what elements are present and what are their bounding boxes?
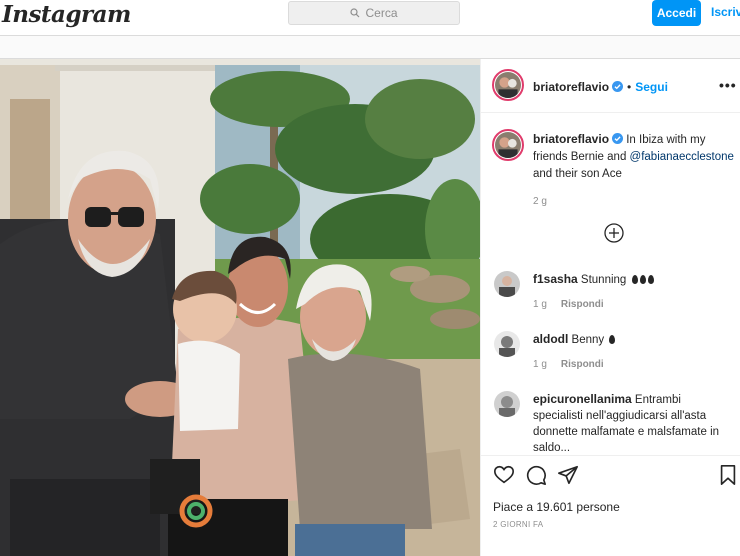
load-more-comments-icon[interactable] [604, 223, 624, 243]
comment-icon[interactable] [525, 464, 547, 486]
comment-username[interactable]: f1sasha [533, 272, 578, 286]
post-card: briatoreflavio • Segui ••• briatoreflavio … [0, 58, 740, 556]
post-sidebar: briatoreflavio • Segui ••• briatoreflavio … [480, 59, 740, 556]
post-actions: Piace a 19.601 persone 2 GIORNI FA [481, 455, 740, 556]
author-avatar[interactable] [492, 69, 524, 101]
signup-link[interactable]: Iscriviti [711, 5, 740, 19]
comment-body: epicuronellanima Entrambi specialisti ne… [533, 391, 733, 456]
search-placeholder: Cerca [365, 6, 398, 20]
verified-badge-icon [612, 133, 624, 144]
heart-icon[interactable] [493, 464, 515, 486]
reply-button[interactable]: Rispondi [561, 299, 604, 310]
post-photo-image [0, 59, 480, 556]
comment-age: 1 g [533, 359, 547, 370]
comment-body: f1sasha Stunning [533, 271, 733, 288]
reply-button[interactable]: Rispondi [561, 359, 604, 370]
comment-username[interactable]: epicuronellanima [533, 392, 632, 406]
share-icon[interactable] [557, 464, 579, 486]
post-date: 2 GIORNI FA [493, 520, 544, 529]
caption-username[interactable]: briatoreflavio [533, 132, 609, 146]
bookmark-icon[interactable] [717, 464, 739, 486]
follow-button[interactable]: Segui [635, 80, 668, 94]
comment-username[interactable]: aldodl [533, 332, 568, 346]
more-options-icon[interactable]: ••• [719, 77, 737, 93]
caption-text-end: and their son Ace [533, 168, 622, 180]
drop-emoji-icon [631, 275, 638, 284]
comment-body: aldodl Benny [533, 331, 733, 348]
separator-dot: • [627, 80, 632, 94]
post-photo[interactable] [0, 59, 480, 556]
comment-age: 1 g [533, 299, 547, 310]
header-info: briatoreflavio • Segui [533, 78, 668, 96]
caption-author-avatar[interactable] [492, 129, 524, 161]
drop-emoji-icon [609, 335, 616, 344]
comment-meta: 1 g Rispondi [533, 359, 618, 370]
verified-badge-icon [612, 81, 624, 92]
comment-meta: 1 g Rispondi [533, 299, 618, 310]
comment-avatar[interactable] [494, 331, 520, 357]
search-icon [350, 8, 360, 18]
comment-text: Benny [571, 334, 605, 346]
comment-avatar[interactable] [494, 391, 520, 417]
caption-mention-link[interactable]: @fabianaecclestone [630, 151, 734, 163]
like-count[interactable]: Piace a 19.601 persone [493, 500, 620, 514]
post-caption: briatoreflavio In Ibiza with my friends … [533, 131, 738, 210]
login-button[interactable]: Accedi [652, 0, 701, 26]
drop-emoji-icon [647, 275, 654, 284]
drop-emoji-icon [639, 275, 646, 284]
caption-age: 2 g [533, 196, 547, 207]
instagram-logo[interactable]: Instagram [2, 1, 131, 28]
search-input[interactable]: Cerca [288, 1, 460, 25]
comment-text: Stunning [580, 274, 627, 286]
comment-avatar[interactable] [494, 271, 520, 297]
top-nav-bar: Instagram Cerca Accedi Iscriviti [0, 0, 740, 36]
author-username[interactable]: briatoreflavio [533, 80, 609, 94]
post-header: briatoreflavio • Segui ••• [481, 59, 740, 113]
